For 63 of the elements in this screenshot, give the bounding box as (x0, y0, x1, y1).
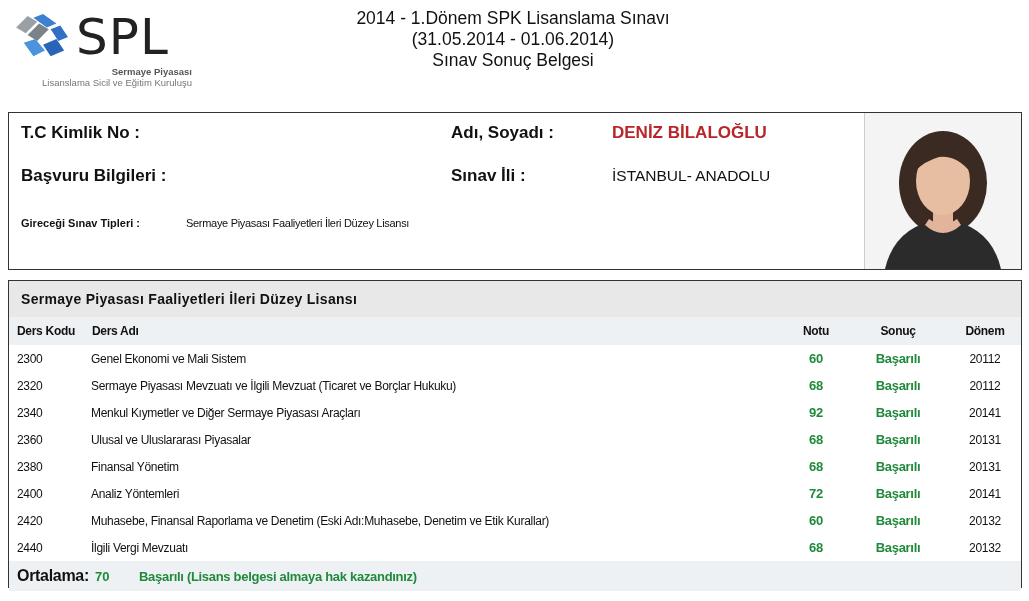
column-header: Sonuç (847, 317, 949, 345)
document-title: Sınav Sonuç Belgesi (431, 50, 595, 71)
table-cell-text: Analiz Yöntemleri (91, 485, 181, 503)
column-header: Ders Kodu (9, 317, 91, 345)
table-cell: 2380 (9, 453, 91, 480)
average-label: Ortalama: (17, 567, 89, 585)
field-label: Gireceği Sınav Tipleri : (21, 217, 141, 229)
table-cell-text: 20112 (968, 377, 1002, 395)
logo-subtitle: Sermaye Piyasası (110, 66, 192, 77)
logo-subtitle: Lisanslama Sicil ve Eğitim Kuruluşu (41, 77, 192, 88)
column-header: Ders Adı (91, 317, 785, 345)
table-cell-text: 72 (808, 485, 824, 503)
document-title: 2014 - 1.Dönem SPK Lisanslama Sınavı (355, 8, 671, 29)
table-cell-text: Başarılı (874, 458, 922, 476)
table-cell-text: 68 (808, 431, 824, 449)
table-cell-text: Sermaye Piyasası Mevzuatı ve İlgili Mevzuat (Ticaret ve Borçlar Hukuku) (91, 377, 458, 395)
field-label: Adı, Soyadı : (451, 123, 555, 143)
field-label: Başvuru Bilgileri : (21, 166, 168, 186)
table-cell-text: Başarılı (874, 539, 922, 557)
field-label: Sınav İli : (451, 166, 527, 186)
table-cell: 2300 (9, 345, 91, 372)
column-header: Notu (785, 317, 847, 345)
table-cell-text: 20131 (968, 431, 1002, 449)
table-cell-text: 20131 (968, 458, 1002, 476)
table-cell-text: İlgili Vergi Mevzuatı (91, 539, 190, 557)
table-cell-text: 92 (808, 404, 824, 422)
section-title: Sermaye Piyasası Faaliyetleri İleri Düzey Lisansı (9, 281, 1021, 317)
table-cell-text: 20132 (968, 539, 1002, 557)
table-cell-text: 68 (808, 377, 824, 395)
table-cell: 20112 (949, 345, 1021, 372)
table-cell-text: Menkul Kıymetler ve Diğer Sermaye Piyasası Araçları (91, 404, 362, 422)
table-cell: 2400 (9, 480, 91, 507)
document-title: (31.05.2014 - 01.06.2014) (410, 29, 616, 50)
table-cell-text: Başarılı (874, 512, 922, 530)
field-value: DENİZ BİLALOĞLU (612, 123, 767, 143)
table-cell-text: 20141 (968, 404, 1002, 422)
table-cell-text: 68 (808, 458, 824, 476)
average-value: 70 (95, 568, 111, 584)
table-cell-text: Ulusal ve Uluslararası Piyasalar (91, 431, 252, 449)
table-cell-text: Başarılı (874, 485, 922, 503)
table-cell: 2340 (9, 399, 91, 426)
table-cell-text: Başarılı (874, 377, 922, 395)
table-cell: 2360 (9, 426, 91, 453)
table-cell-text: 2440 (16, 539, 44, 557)
table-cell-text: 68 (808, 539, 824, 557)
average-result: Başarılı (Lisans belgesi almaya hak kazandınız) (139, 568, 417, 584)
table-cell-text: 20132 (968, 512, 1002, 530)
table-cell: Başarılı (847, 345, 949, 372)
table-cell-text: Muhasebe, Finansal Raporlama ve Denetim (Eski Adı:Muhasebe, Denetim ve Etik Kurallar) (91, 512, 551, 530)
table-cell-text: 20141 (968, 485, 1002, 503)
table-cell-text: Başarılı (874, 431, 922, 449)
table-cell-text: 60 (808, 512, 824, 530)
column-header: Dönem (949, 317, 1021, 345)
field-value: Sermaye Piyasası Faaliyetleri İleri Düzey Lisansı (186, 217, 410, 229)
table-cell: 2320 (9, 372, 91, 399)
field-label: T.C Kimlik No : (21, 123, 141, 143)
table-cell: Genel Ekonomi ve Mali Sistem (91, 345, 785, 372)
table-cell-text: Başarılı (874, 404, 922, 422)
logo-wordmark: SPL (76, 12, 169, 62)
table-cell-text: Finansal Yönetim (91, 458, 180, 476)
table-cell: 2420 (9, 507, 91, 534)
table-cell: 60 (785, 345, 847, 372)
field-value: İSTANBUL- ANADOLU (612, 167, 771, 185)
